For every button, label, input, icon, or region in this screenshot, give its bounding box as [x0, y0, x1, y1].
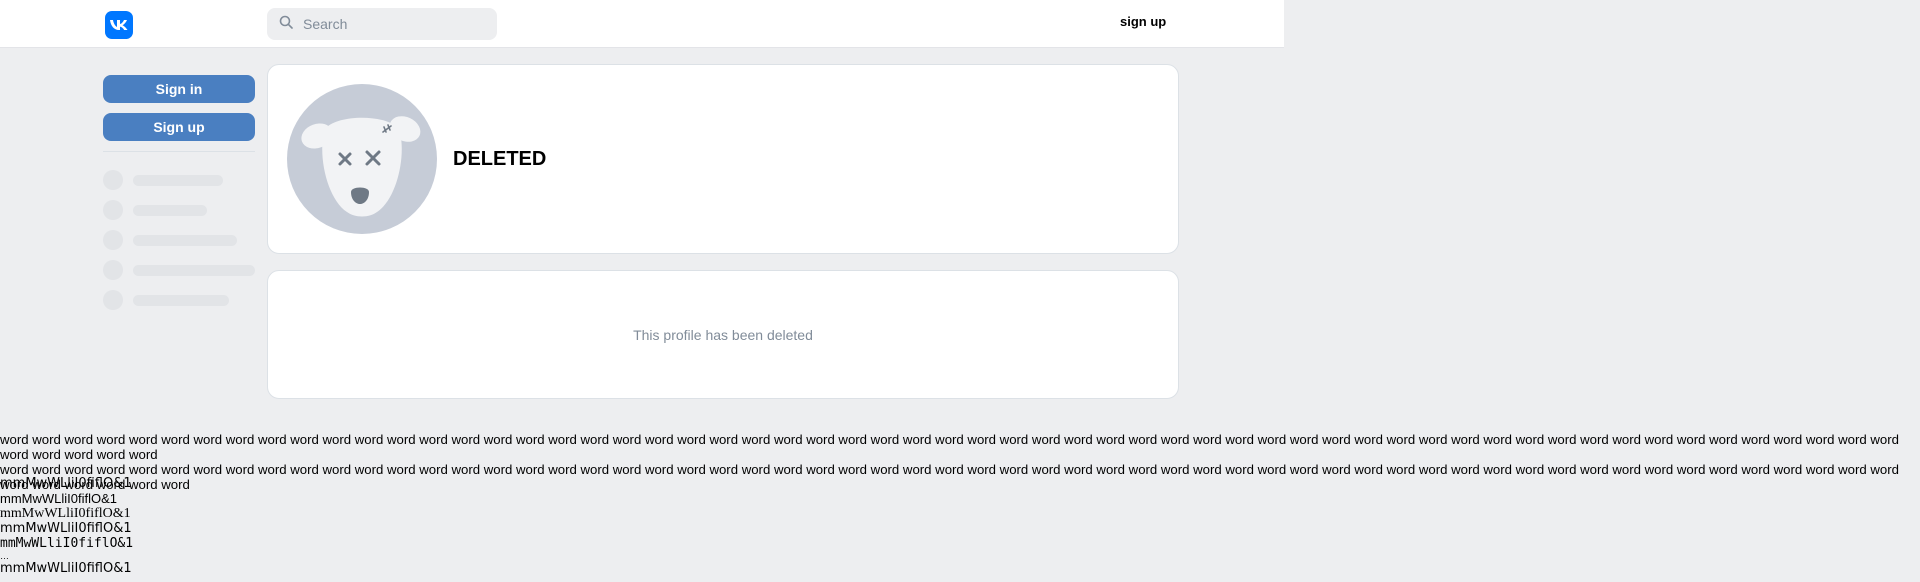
top-bar: sign up [0, 0, 1284, 48]
word-line: word word word word word word word word … [0, 462, 1899, 492]
deleted-dog-avatar-icon [287, 84, 437, 234]
glyph-line: mmMwWLliI0fiflO&1 [0, 536, 134, 551]
search-box[interactable] [267, 8, 497, 40]
sidebar-divider [103, 151, 255, 152]
profile-status-card: This profile has been deleted [267, 270, 1179, 399]
sidebar-placeholder-item [103, 200, 255, 220]
search-input[interactable] [301, 15, 495, 33]
sidebar-placeholder-item [103, 170, 255, 190]
sidebar-placeholder-item [103, 230, 255, 250]
font-test-lines: mmMwWLliI0fiflO&1 mmMwWLliI0fiflO&1 mmMw… [0, 476, 133, 576]
sidebar: Sign in Sign up [103, 75, 255, 320]
glyph-line: mmMwWLliI0fiflO&1 [0, 491, 118, 506]
profile-header-card: DELETED [267, 64, 1179, 254]
topbar-signup-link[interactable]: sign up [1120, 14, 1166, 29]
signup-button[interactable]: Sign up [103, 113, 255, 141]
sidebar-placeholder-item [103, 290, 255, 310]
vk-logo-icon[interactable] [105, 11, 133, 39]
glyph-line: mmMwWLliI0fiflO&1 [0, 476, 132, 491]
profile-name: DELETED [453, 148, 547, 170]
glyph-line: mmMwWLliI0fiflO&1 [0, 521, 132, 536]
deleted-message: This profile has been deleted [633, 327, 813, 343]
test-word-text: word word word word word word word word … [0, 432, 1920, 492]
sidebar-placeholder-item [103, 260, 255, 280]
signin-button[interactable]: Sign in [103, 75, 255, 103]
word-line: word word word word word word word word … [0, 432, 1899, 462]
glyph-line: … [0, 551, 9, 561]
glyph-line: mmMwWLliI0fiflO&1 [0, 506, 131, 521]
glyph-line: mmMwWLliI0fiflO&1 [0, 561, 132, 576]
search-icon [279, 15, 293, 34]
